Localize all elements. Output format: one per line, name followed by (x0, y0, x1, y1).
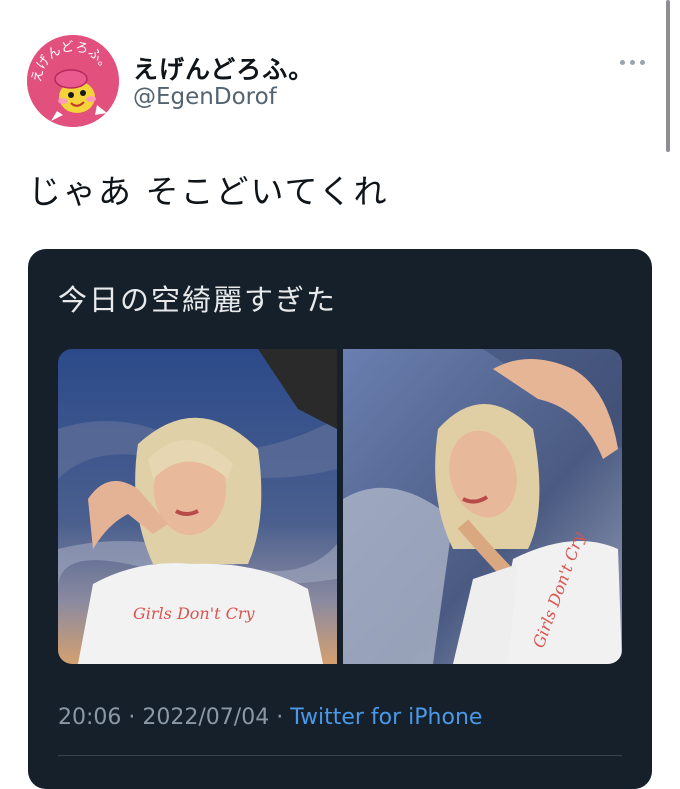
dot (640, 59, 645, 65)
photo-1[interactable]: Girls Don't Cry (58, 349, 337, 664)
dot (630, 59, 635, 65)
selfie-photo-icon: Girls Don't Cry (343, 349, 622, 664)
tweet-metadata: 20:06 · 2022/07/04 · Twitter for iPhone (58, 705, 482, 730)
display-name[interactable]: えげんどろふ。 (133, 50, 314, 86)
tweet-time: 20:06 (58, 705, 122, 730)
dot (620, 59, 625, 65)
photo-2[interactable]: Girls Don't Cry (343, 349, 622, 664)
selfie-photo-icon: Girls Don't Cry (58, 349, 337, 664)
tweet-date: 2022/07/04 (142, 705, 270, 730)
divider (58, 755, 622, 756)
mascot-icon: えげんどろふ。 (27, 35, 119, 127)
separator: · (269, 705, 291, 730)
tweet-text: じゃあ そこどいてくれ (28, 172, 389, 211)
quoted-tweet-text: 今日の空綺麗すぎた (58, 283, 338, 317)
separator: · (121, 705, 143, 730)
quoted-tweet-card[interactable]: 今日の空綺麗すぎた Girls Don't Cry Girls Don't Cr… (28, 249, 652, 789)
tweet-source-link[interactable]: Twitter for iPhone (290, 705, 482, 730)
scrollbar[interactable] (666, 0, 670, 152)
svg-text:Girls Don't Cry: Girls Don't Cry (133, 604, 256, 623)
more-horizontal-icon[interactable] (620, 52, 650, 72)
avatar[interactable]: えげんどろふ。 (27, 35, 119, 127)
user-handle[interactable]: @EgenDorof (133, 84, 277, 110)
